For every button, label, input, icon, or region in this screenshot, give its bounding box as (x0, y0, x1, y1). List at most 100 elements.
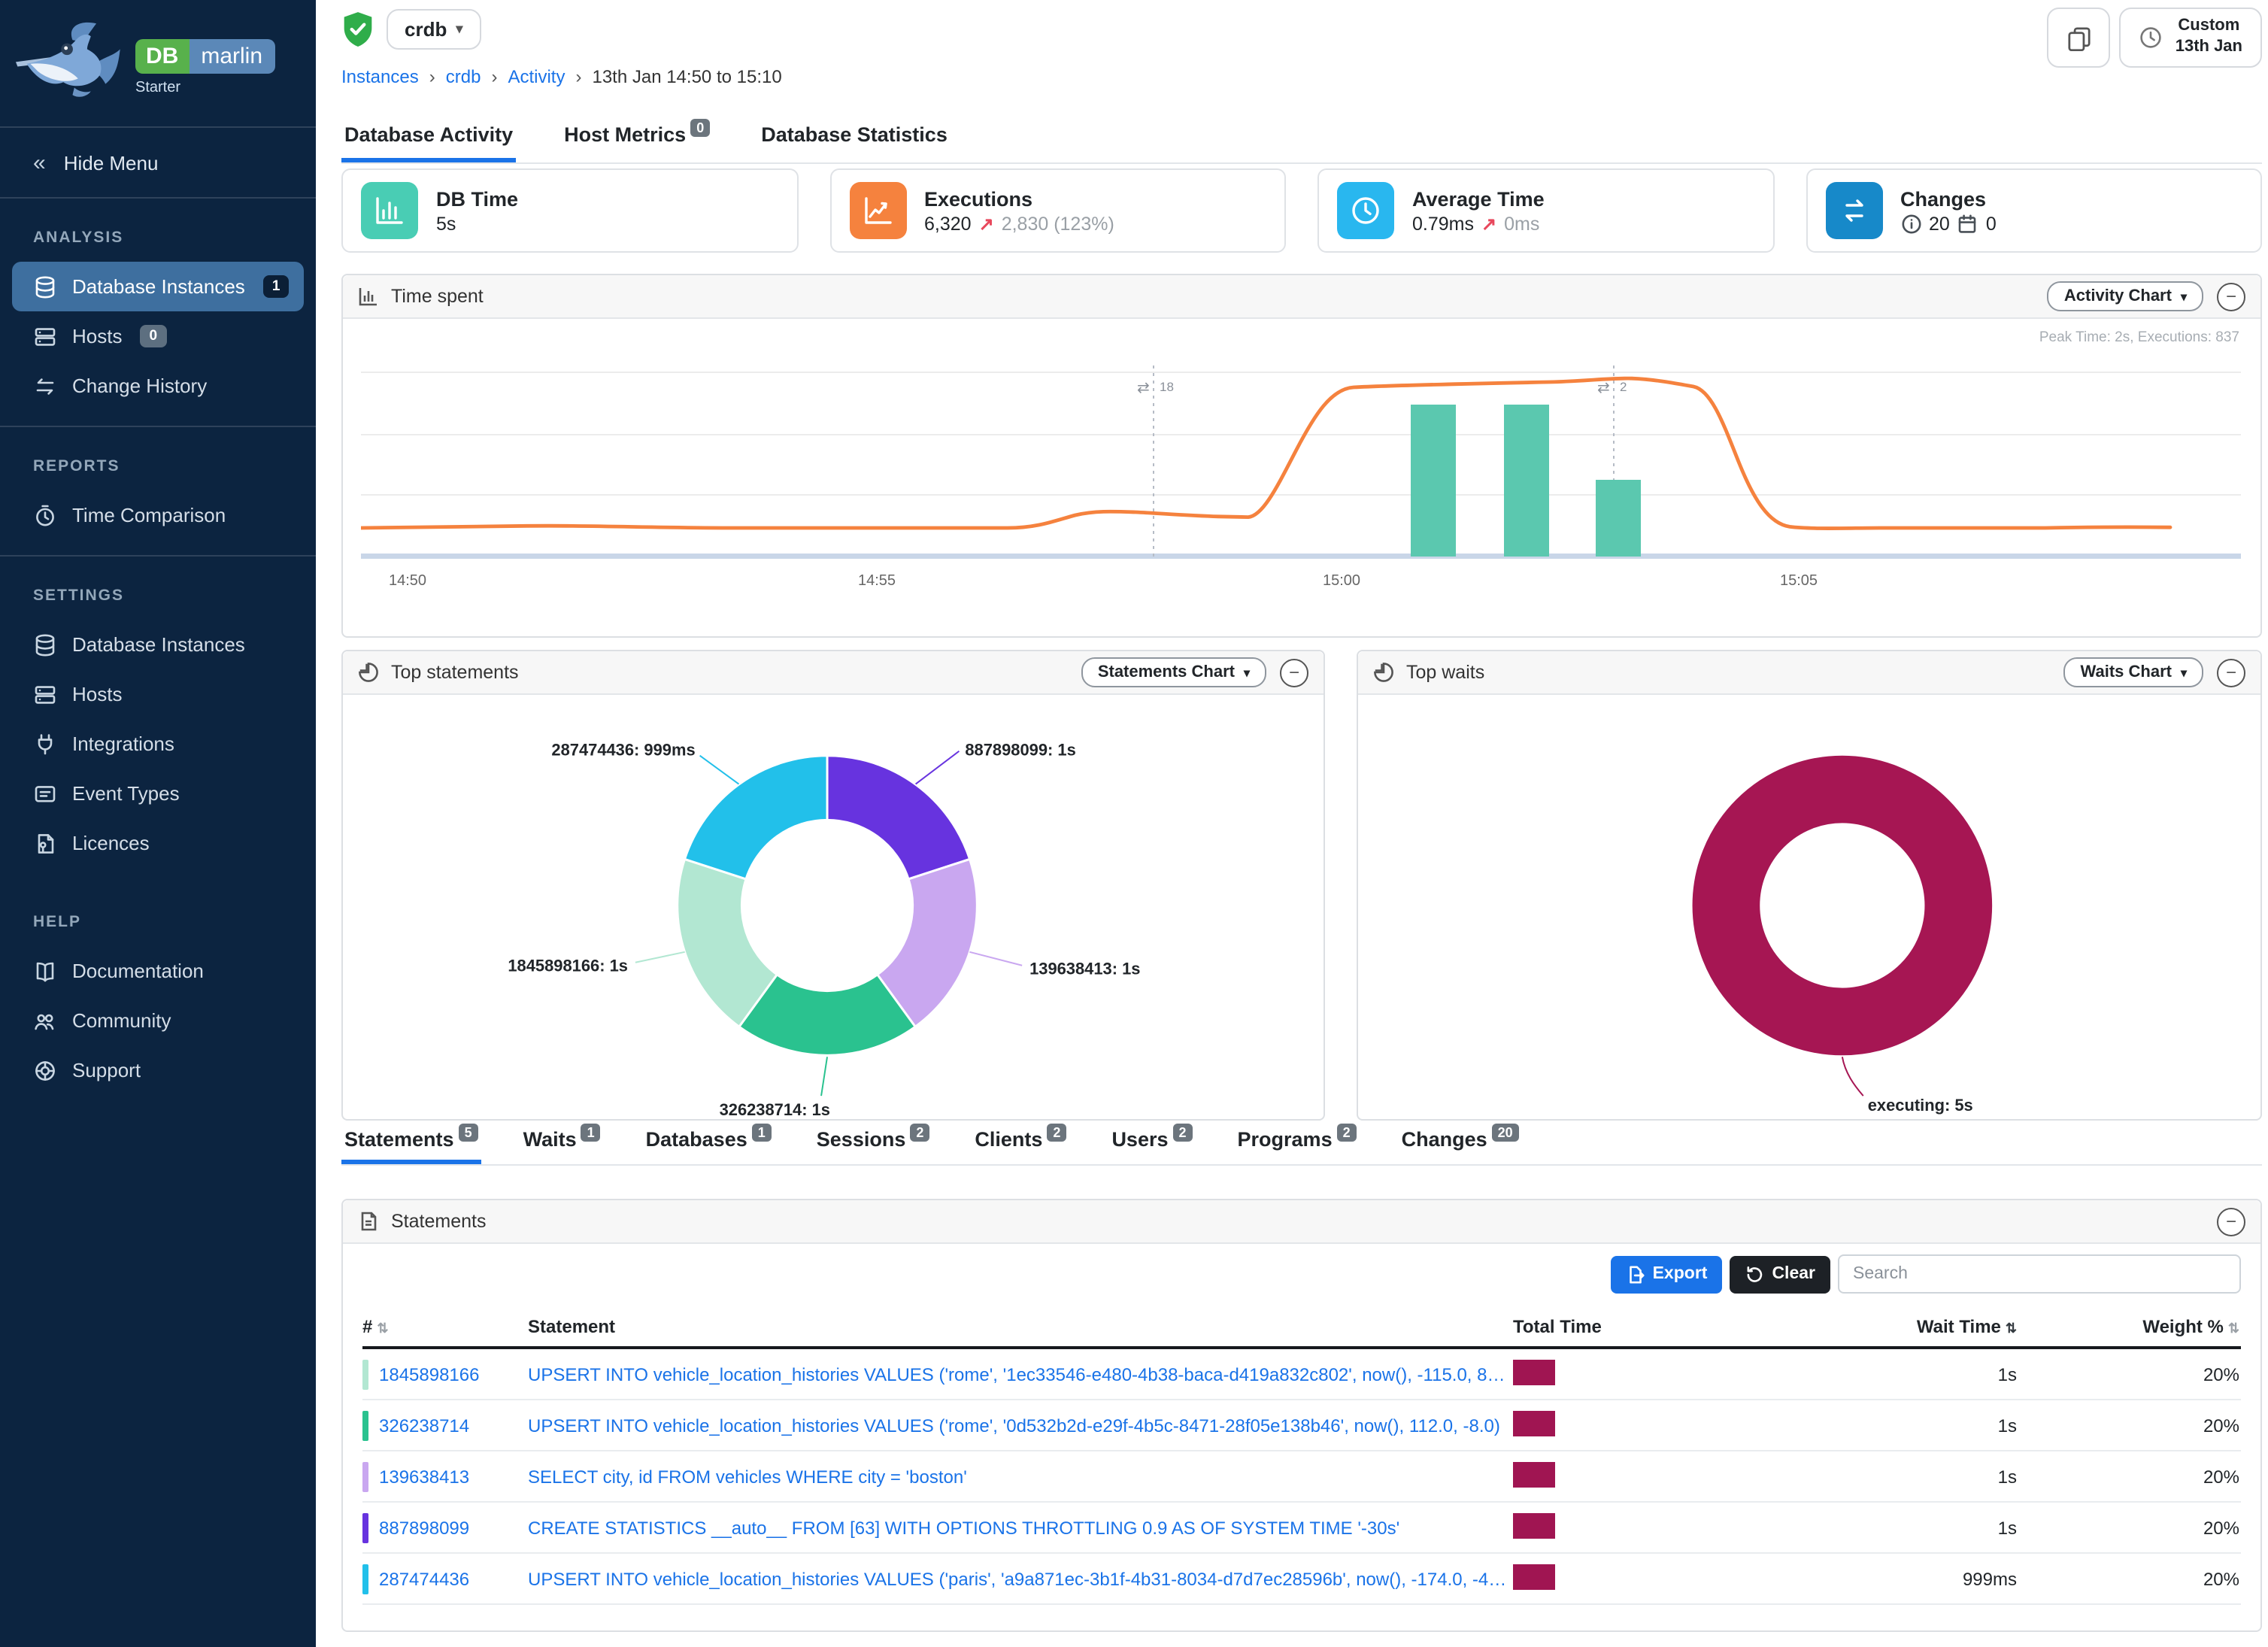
export-button[interactable]: Export (1611, 1255, 1723, 1293)
tab-waits[interactable]: Waits1 (520, 1121, 604, 1164)
sort-icon[interactable]: ⇅ (2006, 1320, 2017, 1335)
leader-line (635, 952, 685, 963)
breadcrumb: Instances › crdb › Activity › 13th Jan 1… (341, 66, 782, 87)
time-spent-chart[interactable]: ⇄ 18 ⇄ 2 14:50 14:55 15:00 15:05 (361, 356, 2241, 612)
tab-changes[interactable]: Changes20 (1399, 1121, 1522, 1164)
weight-value: 20% (2017, 1363, 2239, 1385)
breadcrumb-separator: › (491, 66, 497, 87)
card-average-time: Average Time 0.79ms ↗ 0ms (1317, 168, 1774, 253)
sidebar-item-label: Time Comparison (72, 504, 226, 526)
sidebar-item-settings-database-instances[interactable]: Database Instances (12, 620, 304, 669)
statement-id-link[interactable]: 287474436 (379, 1568, 469, 1589)
statement-link[interactable]: CREATE STATISTICS __auto__ FROM [63] WIT… (528, 1517, 1513, 1538)
statement-link[interactable]: UPSERT INTO vehicle_location_histories V… (528, 1415, 1513, 1436)
logo-db: DB (135, 39, 189, 74)
sidebar-item-hosts[interactable]: Hosts 0 (12, 311, 304, 361)
db-time-line[interactable] (361, 378, 2170, 528)
dbmarlin-logo: DB marlin (135, 39, 274, 74)
sidebar-item-documentation[interactable]: Documentation (12, 946, 304, 996)
sort-icon[interactable]: ⇅ (2228, 1320, 2239, 1335)
tab-badge: 2 (1337, 1124, 1357, 1142)
sidebar-item-label: Event Types (72, 782, 180, 805)
waits-chart-dropdown[interactable]: Waits Chart▾ (2064, 657, 2203, 687)
collapse-panel-button[interactable]: − (1280, 658, 1308, 687)
collapse-panel-button[interactable]: − (2217, 282, 2245, 311)
donut-slice[interactable] (1726, 790, 1958, 1022)
executions-bar[interactable] (1596, 480, 1641, 557)
instance-selector[interactable]: crdb ▾ (387, 9, 481, 50)
stopwatch-icon (33, 503, 57, 527)
sidebar-item-settings-hosts[interactable]: Hosts (12, 669, 304, 719)
activity-chart-dropdown[interactable]: Activity Chart▾ (2048, 281, 2203, 311)
statement-link[interactable]: SELECT city, id FROM vehicles WHERE city… (528, 1466, 1513, 1487)
executions-bar[interactable] (1504, 405, 1549, 557)
statement-id-link[interactable]: 139638413 (379, 1466, 469, 1487)
tab-databases[interactable]: Databases1 (643, 1121, 775, 1164)
table-row: 1845898166 UPSERT INTO vehicle_location_… (362, 1349, 2241, 1400)
sidebar-item-change-history[interactable]: Change History (12, 361, 304, 411)
statements-table: #⇅ Statement Total Time Wait Time⇅ Weigh… (362, 1306, 2241, 1605)
breadcrumb-crdb[interactable]: crdb (446, 66, 481, 87)
statements-chart-dropdown[interactable]: Statements Chart▾ (1081, 657, 1266, 687)
leader-line (916, 751, 960, 784)
table-row: 139638413 SELECT city, id FROM vehicles … (362, 1451, 2241, 1503)
tab-badge: 2 (1047, 1124, 1066, 1142)
sidebar-item-support[interactable]: Support (12, 1045, 304, 1095)
collapse-panel-button[interactable]: − (2217, 658, 2245, 687)
tab-badge: 2 (910, 1124, 929, 1142)
tab-host-metrics[interactable]: Host Metrics0 (561, 114, 713, 162)
donut-slice[interactable] (684, 756, 827, 879)
slice-label: 326238714: 1s (720, 1100, 830, 1119)
wait-time-value: 1s (1761, 1363, 2017, 1385)
sidebar-item-community[interactable]: Community (12, 996, 304, 1045)
tab-sessions[interactable]: Sessions2 (814, 1121, 933, 1164)
sidebar-item-licences[interactable]: Licences (12, 818, 304, 868)
clock-icon (2139, 26, 2163, 50)
sidebar-item-label: Hosts (72, 683, 122, 705)
swap-icon: ⇄ (1137, 380, 1150, 396)
hide-menu-label: Hide Menu (64, 151, 159, 174)
main-tabs: Database Activity Host Metrics0 Database… (341, 93, 2262, 164)
sidebar: DB marlin Starter « Hide Menu ANALYSIS D… (0, 0, 316, 1647)
breadcrumb-time-range: 13th Jan 14:50 to 15:10 (592, 66, 781, 87)
weight-value: 20% (2017, 1517, 2239, 1538)
tab-database-activity[interactable]: Database Activity (341, 114, 516, 162)
tab-clients[interactable]: Clients2 (972, 1121, 1069, 1164)
calendar-icon (1957, 214, 1978, 235)
tab-database-statistics[interactable]: Database Statistics (758, 114, 951, 162)
table-row: 887898099 CREATE STATISTICS __auto__ FRO… (362, 1503, 2241, 1554)
search-input[interactable] (1838, 1254, 2241, 1294)
line-chart-icon (849, 182, 906, 239)
hide-menu-button[interactable]: « Hide Menu (0, 128, 316, 197)
copy-icon (2066, 25, 2092, 50)
sort-icon[interactable]: ⇅ (377, 1320, 388, 1335)
breadcrumb-activity[interactable]: Activity (508, 66, 565, 87)
sidebar-item-database-instances[interactable]: Database Instances 1 (12, 262, 304, 311)
copy-button[interactable] (2048, 8, 2111, 68)
breadcrumb-instances[interactable]: Instances (341, 66, 419, 87)
tab-programs[interactable]: Programs2 (1235, 1121, 1360, 1164)
time-range-button[interactable]: Custom 13th Jan (2120, 8, 2262, 68)
leader-line (969, 952, 1022, 966)
statement-id-link[interactable]: 887898099 (379, 1517, 469, 1538)
leader-line (1842, 1057, 1863, 1096)
table-row: 326238714 UPSERT INTO vehicle_location_h… (362, 1400, 2241, 1451)
executions-bar[interactable] (1411, 405, 1456, 557)
card-db-time: DB Time 5s (341, 168, 798, 253)
total-time-bar (1513, 1410, 1555, 1436)
donut-slice[interactable] (827, 756, 970, 879)
statement-id-link[interactable]: 326238714 (379, 1415, 469, 1436)
sidebar-item-event-types[interactable]: Event Types (12, 769, 304, 818)
clear-button[interactable]: Clear (1730, 1255, 1830, 1293)
tab-users[interactable]: Users2 (1108, 1121, 1195, 1164)
sidebar-item-integrations[interactable]: Integrations (12, 719, 304, 769)
lifering-icon (33, 1058, 57, 1082)
collapse-panel-button[interactable]: − (2217, 1207, 2245, 1236)
edition-label: Starter (135, 80, 274, 96)
statement-link[interactable]: UPSERT INTO vehicle_location_histories V… (528, 1363, 1513, 1385)
panel-title: Time spent (391, 286, 484, 307)
statement-id-link[interactable]: 1845898166 (379, 1363, 480, 1385)
tab-statements[interactable]: Statements5 (341, 1121, 481, 1164)
sidebar-item-time-comparison[interactable]: Time Comparison (12, 490, 304, 540)
statement-link[interactable]: UPSERT INTO vehicle_location_histories V… (528, 1568, 1513, 1589)
